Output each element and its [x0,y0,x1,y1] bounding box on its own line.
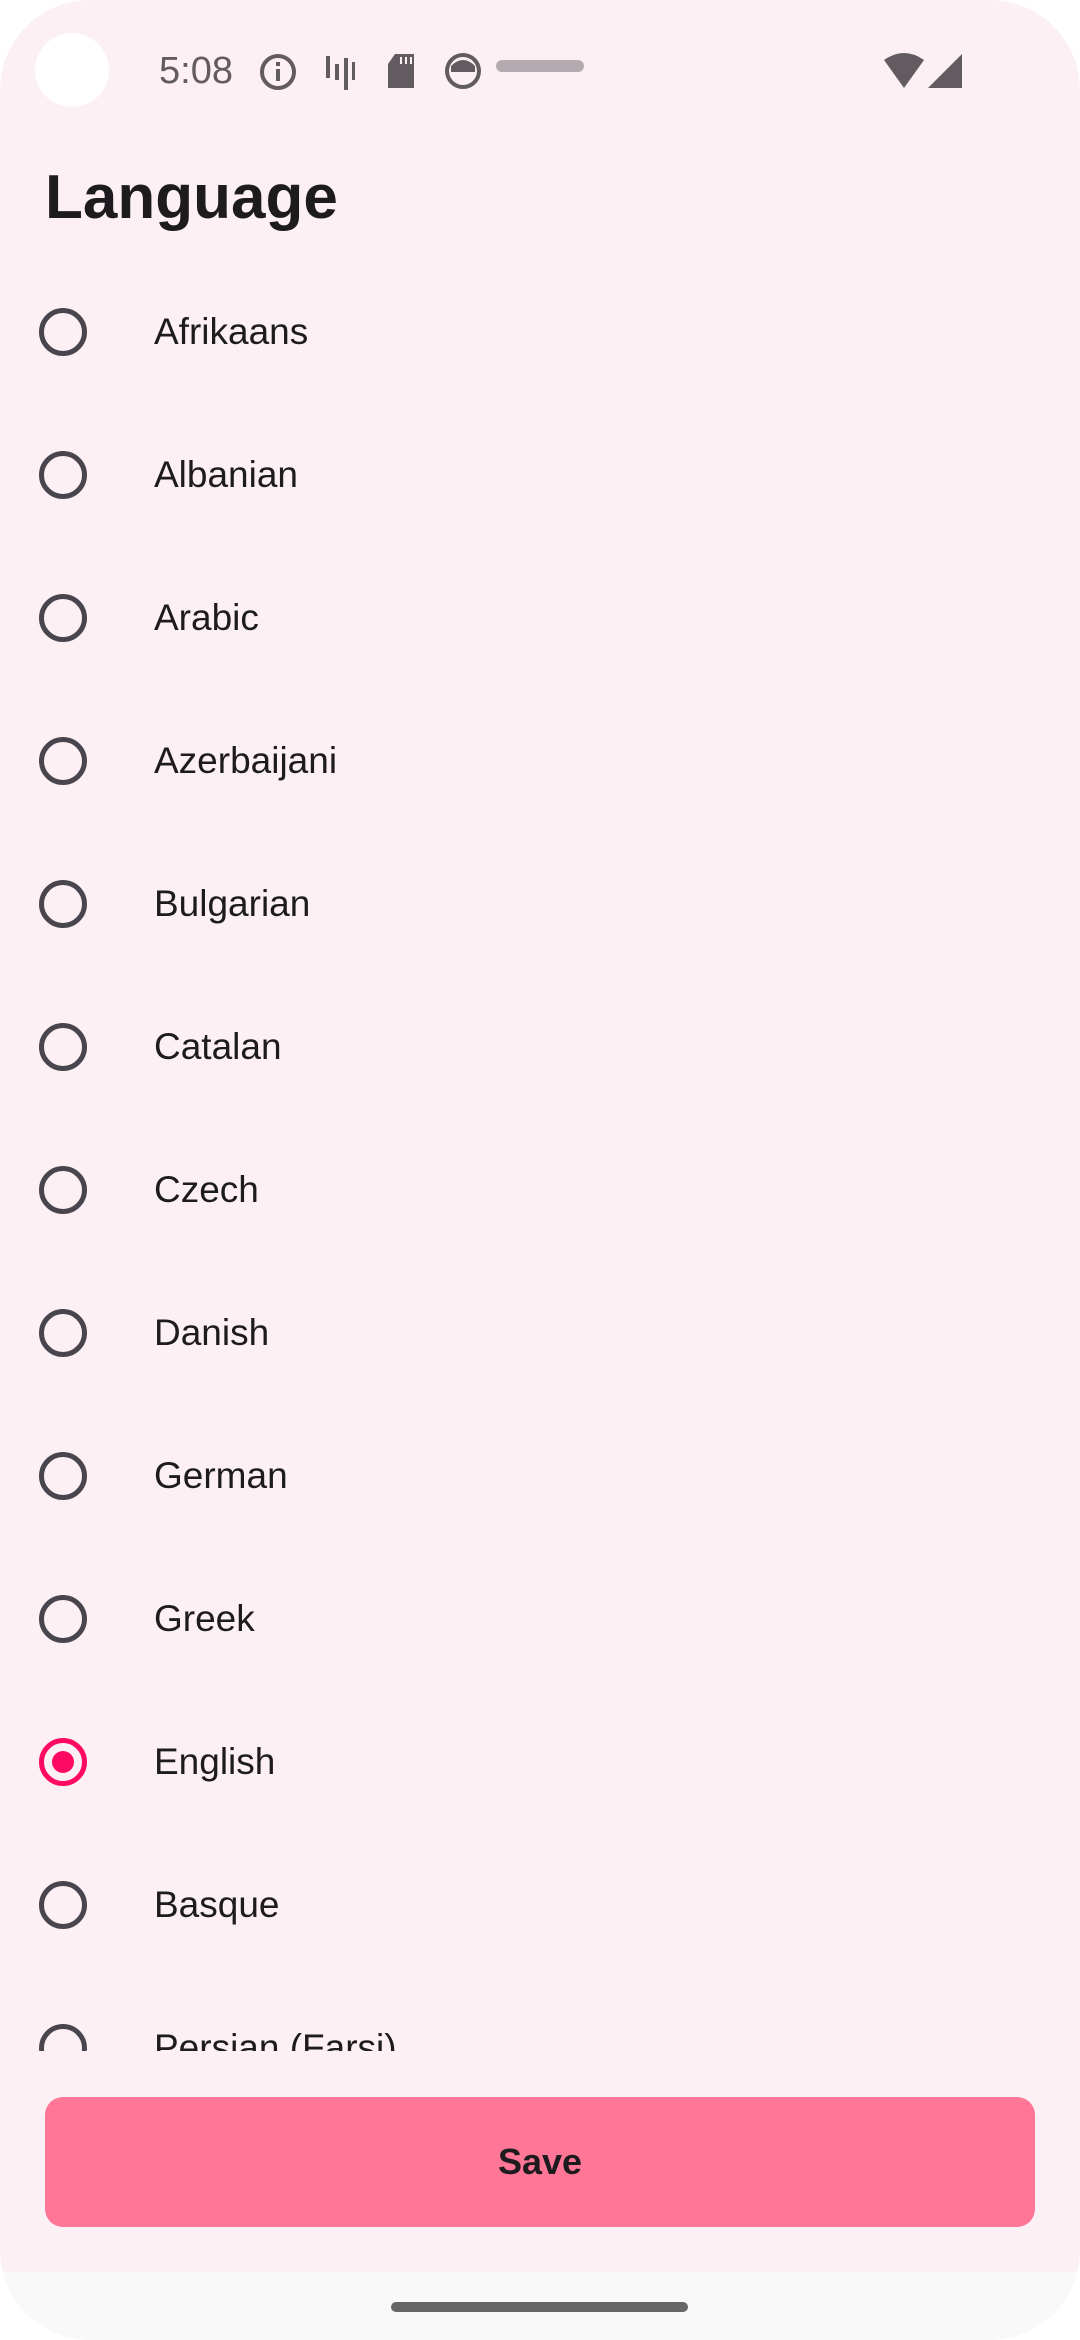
home-handle[interactable] [391,2302,688,2312]
language-option[interactable]: Afrikaans [0,260,1080,403]
language-option[interactable]: Czech [0,1118,1080,1261]
android-face-icon [445,53,481,89]
navigation-bar [0,2272,1080,2340]
status-bar: 5:08 [0,0,1080,140]
radio-unchecked-icon[interactable] [39,307,87,356]
page-title: Language [45,163,338,232]
camera-cutout [35,33,109,107]
language-option[interactable]: Greek [0,1547,1080,1690]
language-option[interactable]: Arabic [0,546,1080,689]
radio-unchecked-icon[interactable] [39,1308,87,1357]
language-label: Greek [154,1597,255,1639]
radio-unchecked-icon[interactable] [39,450,87,499]
language-label: English [154,1740,276,1782]
radio-unchecked-icon[interactable] [39,736,87,785]
language-option[interactable]: German [0,1404,1080,1547]
radio-unchecked-icon[interactable] [39,593,87,642]
status-time: 5:08 [159,50,233,92]
cell-signal-icon [928,54,962,88]
language-label: Persian (Farsi) [154,2026,397,2052]
radio-checked-icon[interactable] [39,1737,87,1786]
language-option[interactable]: Bulgarian [0,832,1080,975]
language-label: Czech [154,1168,259,1210]
radio-unchecked-icon[interactable] [39,1165,87,1214]
info-icon [260,54,296,90]
language-option[interactable]: Azerbaijani [0,689,1080,832]
language-label: Afrikaans [154,310,309,352]
radio-unchecked-icon[interactable] [39,1022,87,1071]
radio-unchecked-icon[interactable] [39,1451,87,1500]
radio-unchecked-icon[interactable] [39,1880,87,1929]
language-label: Catalan [154,1025,282,1067]
language-option[interactable]: Catalan [0,975,1080,1118]
save-button[interactable]: Save [45,2097,1035,2227]
radio-unchecked-icon[interactable] [39,879,87,928]
language-label: Basque [154,1883,280,1925]
radio-unchecked-icon[interactable] [39,2023,87,2051]
audio-wave-icon [326,56,355,90]
language-label: German [154,1454,288,1496]
progress-pill-icon [496,60,584,72]
language-list[interactable]: Afrikaans Albanian Arabic Azerbaijani Bulgar… [0,260,1080,2051]
language-option[interactable]: Persian (Farsi) [0,1976,1080,2051]
screen: 5:08 Language Afrikaans Albanian Arabic Aze… [0,0,1080,2340]
wifi-icon [884,53,924,88]
language-option[interactable]: Danish [0,1261,1080,1404]
language-label: Danish [154,1311,270,1353]
language-option[interactable]: English [0,1690,1080,1833]
language-label: Albanian [154,453,299,495]
language-label: Bulgarian [154,882,311,924]
language-label: Arabic [154,596,259,638]
language-option[interactable]: Basque [0,1833,1080,1976]
language-option[interactable]: Albanian [0,403,1080,546]
radio-unchecked-icon[interactable] [39,1594,87,1643]
sd-card-icon [388,54,414,88]
language-label: Azerbaijani [154,739,338,781]
